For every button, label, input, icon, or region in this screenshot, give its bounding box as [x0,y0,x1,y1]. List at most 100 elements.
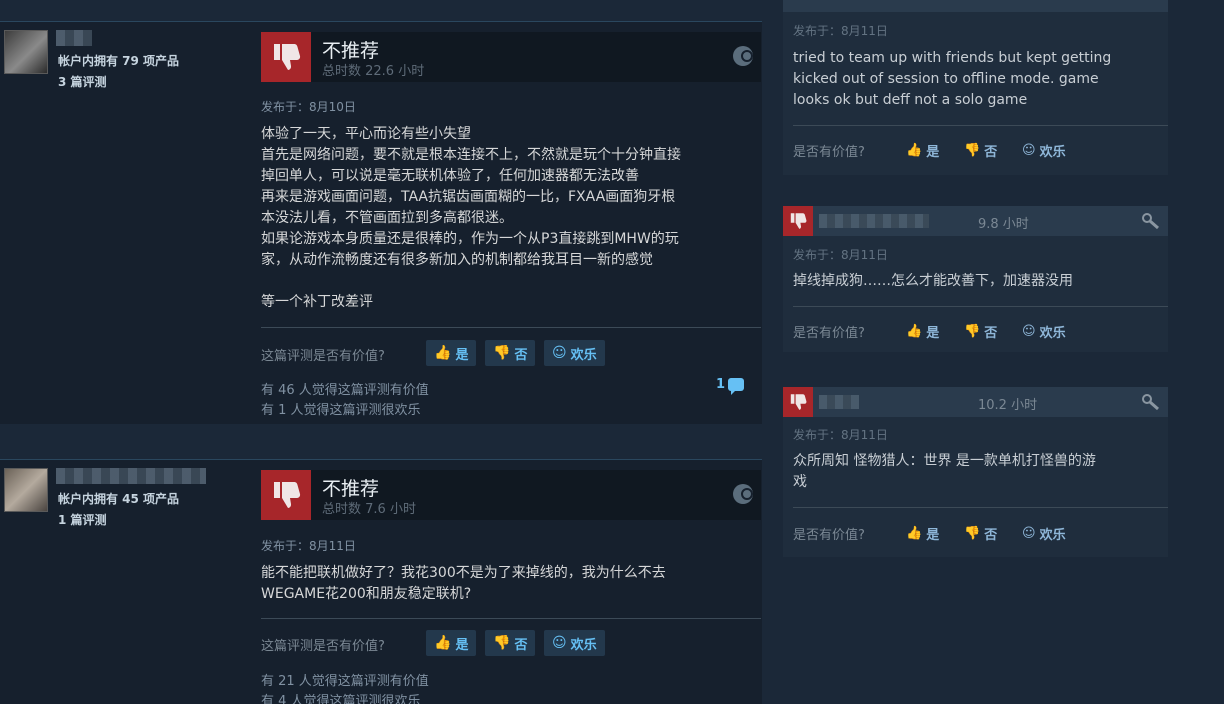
helpful-question: 是否有价值? [793,145,865,160]
review-line: 能不能把联机做好了？我花300不是为了来掉线的，我为什么不去 [261,565,666,581]
vote-no-button[interactable]: 👎 否 [485,340,536,366]
vote-no-label: 否 [514,637,528,653]
review-line: 戏 [793,474,807,490]
vote-yes-button[interactable]: 👍 是 [906,138,939,162]
helpful-question: 这篇评测是否有价值? [261,639,385,654]
vote-no-label: 否 [984,527,998,543]
side-review-header[interactable] [783,0,1168,12]
vote-yes-button[interactable]: 👍 是 [906,319,939,343]
side-review-1: 发布于：8月11日 tried to team up with friends … [783,0,1168,175]
vote-funny-button[interactable]: ☺ 欢乐 [1022,521,1066,545]
verdict-title: 不推荐 [322,40,380,62]
review-verdict[interactable]: 不推荐 总时数 7.6 小时 [261,470,761,520]
funny-count: 有 1 人觉得这篇评测很欢乐 [261,403,421,418]
vote-funny-label: 欢乐 [1039,325,1066,341]
vote-funny-label: 欢乐 [570,637,597,653]
comment-icon [728,378,745,395]
review-verdict[interactable]: 不推荐 总时数 22.6 小时 [261,32,761,82]
smile-icon: ☺ [552,345,567,361]
vote-yes-label: 是 [455,637,469,653]
verdict-title: 不推荐 [322,478,380,500]
review-line: 首先是网络问题，要不就是根本连接不上，不然就是玩个十分钟直接 [261,147,681,163]
review-author: 帐户内拥有 45 项产品 1 篇评测 [4,468,244,538]
review-count[interactable]: 1 篇评测 [58,511,107,528]
divider [261,327,761,328]
key-icon [1142,213,1159,229]
comments-link[interactable]: 1 [716,377,745,395]
comment-count: 1 [716,377,726,392]
review-count[interactable]: 3 篇评测 [58,73,107,90]
review-line: 掉回单人，可以说是毫无联机体验了，任何加速器都无法改善 [261,168,639,184]
key-icon [1142,394,1159,410]
playtime: 总时数 7.6 小时 [322,502,416,517]
review-line: tried to team up with friends but kept g… [793,50,1112,66]
vote-yes-button[interactable]: 👍 是 [426,630,477,656]
review-author: 帐户内拥有 79 项产品 3 篇评测 [4,30,244,100]
review-body: 掉线掉成狗……怎么才能改善下，加速器没用 [793,271,1158,292]
vote-no-button[interactable]: 👎 否 [485,630,536,656]
vote-no-button[interactable]: 👎 否 [964,521,997,545]
thumbs-down-icon: 👎 [493,345,511,361]
divider [793,125,1168,126]
vote-funny-label: 欢乐 [570,347,597,363]
posted-date: 发布于：8月11日 [793,24,888,38]
thumbs-down-icon: 👎 [493,635,511,651]
review-line: 本没法儿看，不管画面拉到多高都很迷。 [261,210,513,226]
username-redacted[interactable] [56,468,206,484]
thumbs-down-icon: 👎 [964,323,981,339]
vote-funny-label: 欢乐 [1039,144,1066,160]
smile-icon: ☺ [1022,142,1036,158]
divider [261,618,761,619]
vote-no-button[interactable]: 👎 否 [964,138,997,162]
vote-yes-label: 是 [926,325,940,341]
review-line: 等一个补丁改差评 [261,294,373,310]
posted-date: 发布于：8月11日 [261,539,356,553]
divider [793,306,1168,307]
thumbs-up-icon: 👍 [434,635,452,651]
username-redacted[interactable] [819,395,859,409]
review-line: kicked out of session to offline mode. g… [793,71,1099,87]
review-line: 如果论游戏本身质量还是很棒的，作为一个从P3直接跳到MHW的玩 [261,231,679,247]
vote-yes-button[interactable]: 👍 是 [906,521,939,545]
divider [793,507,1168,508]
review-line: 再来是游戏画面问题，TAA抗锯齿画面糊的一比，FXAA画面狗牙根 [261,189,676,205]
steam-icon [733,46,753,66]
vote-no-label: 否 [984,144,998,160]
vote-funny-button[interactable]: ☺ 欢乐 [1022,138,1066,162]
thumbs-down-icon [261,32,311,82]
thumbs-up-icon: 👍 [906,525,923,541]
review-line [261,271,756,292]
review-line: 体验了一天，平心而论有些小失望 [261,126,471,142]
avatar[interactable] [4,30,48,74]
side-review-3: 10.2 小时 发布于：8月11日 众所周知 怪物猎人：世界 是一款单机打怪兽的… [783,387,1168,557]
playtime: 9.8 小时 [978,217,1029,232]
vote-funny-button[interactable]: ☺ 欢乐 [544,630,605,656]
vote-funny-label: 欢乐 [1039,527,1066,543]
vote-no-button[interactable]: 👎 否 [964,319,997,343]
avatar[interactable] [4,468,48,512]
review-line: 众所周知 怪物猎人：世界 是一款单机打怪兽的游 [793,453,1096,469]
thumbs-down-icon [783,206,813,236]
posted-date: 发布于：8月10日 [261,100,356,114]
smile-icon: ☺ [1022,323,1036,339]
playtime: 总时数 22.6 小时 [322,64,425,79]
vote-yes-button[interactable]: 👍 是 [426,340,477,366]
review-line: WEGAME花200和朋友稳定联机? [261,586,472,602]
smile-icon: ☺ [552,635,567,651]
review-body: tried to team up with friends but kept g… [793,48,1158,111]
products-owned[interactable]: 帐户内拥有 45 项产品 [58,490,179,507]
steam-icon [733,484,753,504]
vote-funny-button[interactable]: ☺ 欢乐 [1022,319,1066,343]
vote-funny-button[interactable]: ☺ 欢乐 [544,340,605,366]
username-redacted[interactable] [819,214,929,228]
review-card-1: 帐户内拥有 79 项产品 3 篇评测 不推荐 总时数 22.6 小时 发布于：8… [0,21,762,424]
products-owned[interactable]: 帐户内拥有 79 项产品 [58,52,179,69]
helpful-question: 是否有价值? [793,528,865,543]
vote-no-label: 否 [514,347,528,363]
thumbs-up-icon: 👍 [906,323,923,339]
posted-date: 发布于：8月11日 [793,248,888,262]
side-review-header[interactable]: 10.2 小时 [783,387,1168,417]
thumbs-down-icon [261,470,311,520]
side-review-header[interactable]: 9.8 小时 [783,206,1168,236]
username-redacted[interactable] [56,30,92,46]
